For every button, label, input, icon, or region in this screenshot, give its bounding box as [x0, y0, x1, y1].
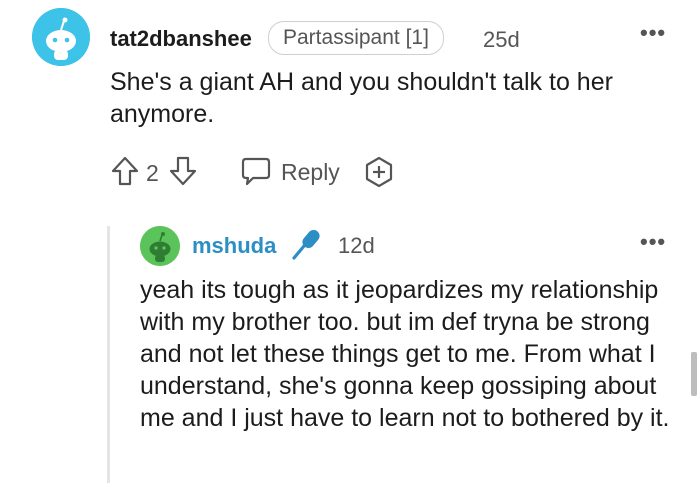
- downvote-button[interactable]: [168, 155, 198, 187]
- upvote-arrow-icon: [111, 156, 139, 186]
- op-badge: [290, 227, 324, 261]
- comment-body: She's a giant AH and you shouldn't talk …: [110, 68, 613, 128]
- scrollbar-thumb[interactable]: [691, 352, 697, 396]
- award-plus-icon: [365, 156, 393, 188]
- award-button[interactable]: [362, 155, 396, 189]
- reply-body: yeah its tough as it jeopardizes my rela…: [140, 276, 670, 432]
- downvote-arrow-icon: [169, 156, 197, 186]
- thread-line[interactable]: [107, 226, 110, 483]
- snoo-avatar-icon: [140, 226, 180, 266]
- avatar[interactable]: [32, 8, 90, 66]
- reply-age: 12d: [338, 233, 375, 258]
- reply-button[interactable]: Reply: [240, 154, 340, 188]
- more-options-button[interactable]: •••: [640, 229, 666, 255]
- comment-age: 25d: [483, 27, 520, 52]
- upvote-button[interactable]: [110, 155, 140, 187]
- microphone-icon: [292, 229, 320, 260]
- comment-bubble-icon: [241, 157, 271, 186]
- more-options-button[interactable]: •••: [640, 20, 666, 46]
- more-horizontal-icon: •••: [640, 229, 667, 254]
- avatar[interactable]: [140, 226, 180, 266]
- vote-count: 2: [146, 160, 159, 186]
- comment-username[interactable]: tat2dbanshee: [110, 26, 252, 52]
- reply-username[interactable]: mshuda: [192, 233, 276, 259]
- snoo-avatar-icon: [32, 8, 90, 66]
- reply-label: Reply: [281, 159, 340, 185]
- more-horizontal-icon: •••: [640, 20, 667, 45]
- user-flair: Partassipant [1]: [268, 21, 444, 55]
